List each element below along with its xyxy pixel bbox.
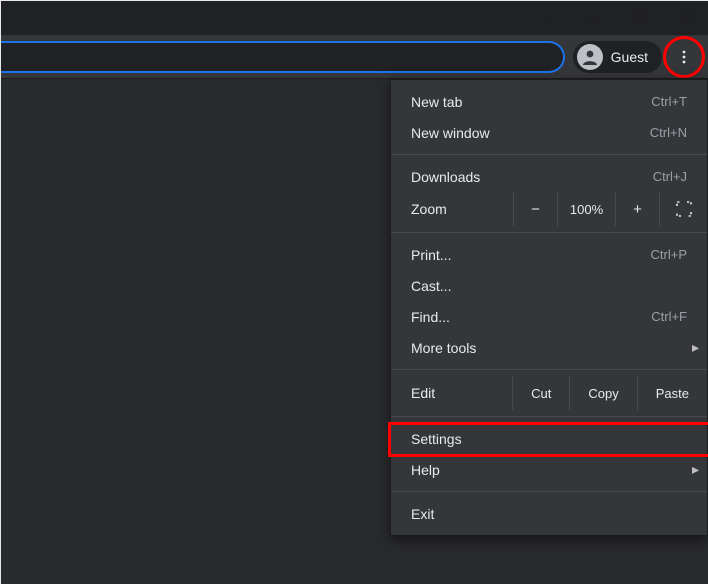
menu-shortcut: Ctrl+J	[653, 169, 687, 184]
menu-label: Find...	[411, 309, 651, 325]
window-close-button[interactable]	[662, 1, 708, 35]
menu-item-edit: Edit Cut Copy Paste	[391, 376, 707, 410]
menu-shortcut: Ctrl+P	[651, 247, 687, 262]
menu-item-new-window[interactable]: New window Ctrl+N	[391, 117, 707, 148]
menu-label: Exit	[411, 506, 687, 522]
menu-separator	[391, 154, 707, 155]
more-menu-button[interactable]	[668, 41, 700, 73]
zoom-out-button[interactable]: −	[513, 192, 557, 226]
menu-label: Print...	[411, 247, 651, 263]
menu-label: Downloads	[411, 169, 653, 185]
menu-separator	[391, 491, 707, 492]
menu-item-downloads[interactable]: Downloads Ctrl+J	[391, 161, 707, 192]
menu-shortcut: Ctrl+T	[651, 94, 687, 109]
profile-label: Guest	[611, 49, 648, 65]
maximize-icon	[633, 12, 645, 24]
chevron-right-icon: ▸	[692, 339, 699, 356]
zoom-label: Zoom	[411, 201, 513, 217]
menu-item-settings[interactable]: Settings	[391, 423, 707, 454]
chevron-right-icon: ▸	[692, 461, 699, 478]
fullscreen-icon	[676, 201, 692, 217]
menu-label: New tab	[411, 94, 651, 110]
window-maximize-button[interactable]	[616, 1, 662, 35]
edit-label: Edit	[411, 385, 512, 401]
avatar	[577, 44, 603, 70]
menu-shortcut: Ctrl+N	[650, 125, 687, 140]
menu-item-find[interactable]: Find... Ctrl+F	[391, 301, 707, 332]
menu-separator	[391, 369, 707, 370]
edit-paste-button[interactable]: Paste	[637, 376, 707, 410]
menu-shortcut: Ctrl+F	[651, 309, 687, 324]
fullscreen-button[interactable]	[659, 192, 707, 226]
window-titlebar	[1, 1, 708, 35]
menu-label: Cast...	[411, 278, 687, 294]
edit-cut-button[interactable]: Cut	[512, 376, 569, 410]
close-icon	[679, 12, 691, 24]
browser-toolbar: Guest	[1, 35, 708, 79]
profile-chip[interactable]: Guest	[573, 41, 662, 73]
person-icon	[580, 47, 600, 67]
minimize-icon	[587, 12, 599, 24]
edit-copy-button[interactable]: Copy	[569, 376, 636, 410]
address-bar[interactable]	[1, 41, 565, 73]
tab-search-chevron[interactable]	[530, 1, 564, 35]
menu-item-cast[interactable]: Cast...	[391, 270, 707, 301]
menu-item-zoom: Zoom − 100% +	[391, 192, 707, 226]
menu-label: More tools	[411, 340, 687, 356]
menu-item-print[interactable]: Print... Ctrl+P	[391, 239, 707, 270]
vertical-dots-icon	[676, 49, 692, 65]
menu-item-help[interactable]: Help ▸	[391, 454, 707, 485]
chevron-down-icon	[540, 11, 554, 25]
browser-main-menu: New tab Ctrl+T New window Ctrl+N Downloa…	[390, 79, 708, 536]
menu-item-exit[interactable]: Exit	[391, 498, 707, 529]
menu-separator	[391, 416, 707, 417]
menu-label: New window	[411, 125, 650, 141]
menu-label: Settings	[411, 431, 687, 447]
menu-label: Help	[411, 462, 687, 478]
menu-item-more-tools[interactable]: More tools ▸	[391, 332, 707, 363]
menu-separator	[391, 232, 707, 233]
window-minimize-button[interactable]	[570, 1, 616, 35]
zoom-in-button[interactable]: +	[615, 192, 659, 226]
zoom-value: 100%	[557, 192, 615, 226]
menu-item-new-tab[interactable]: New tab Ctrl+T	[391, 86, 707, 117]
